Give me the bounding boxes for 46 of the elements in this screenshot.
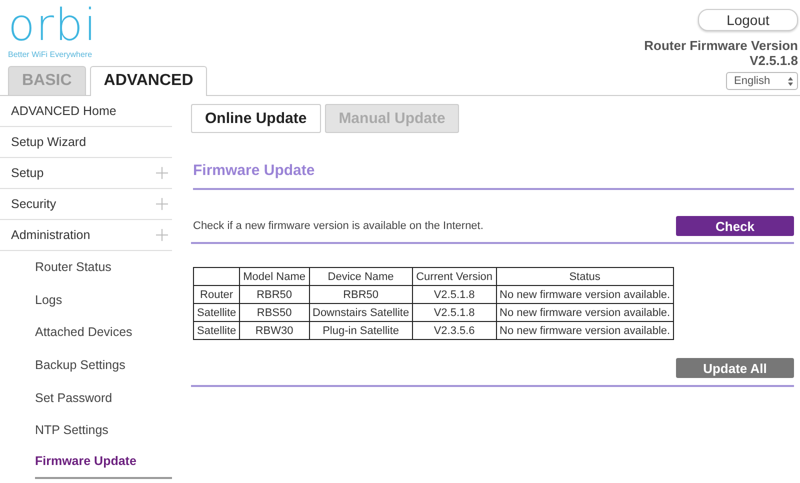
sidebar-item[interactable]: ADVANCED Home [0,96,172,127]
sidebar-item[interactable]: Security [0,189,172,220]
sidebar-subitem[interactable]: Attached Devices [35,323,132,342]
table-cell: Plug-in Satellite [309,322,413,340]
table-cell: No new firmware version available. [496,322,674,340]
section-title: Firmware Update [193,162,794,190]
table-cell: Downstairs Satellite [309,304,413,322]
column-header: Current Version [412,268,496,286]
column-header: Status [496,268,674,286]
table-cell: V2.5.1.8 [412,286,496,304]
sidebar-item[interactable]: Setup [0,158,172,189]
table-cell: Satellite [194,304,240,322]
check-description: Check if a new firmware version is available on the Internet. [193,220,484,232]
sidebar-subitem[interactable]: Backup Settings [35,356,126,374]
table-cell: V2.5.1.8 [412,304,496,322]
table-cell: Satellite [194,322,240,340]
logo-tagline: Better WiFi Everywhere [8,50,92,59]
language-select[interactable]: English [726,72,798,90]
table-cell: No new firmware version available. [496,286,674,304]
sidebar-subitem[interactable]: Router Status [35,258,112,276]
updown-icon [788,76,793,86]
sidebar-subitem[interactable]: Logs [35,290,62,309]
table-cell: Router [194,286,240,304]
table-cell: V2.3.5.6 [412,322,496,340]
logo-wordmark: orbi [8,6,98,46]
table-cell: No new firmware version available. [496,304,674,322]
sidebar-item[interactable]: Administration [0,220,172,251]
mode-tab[interactable]: ADVANCED [90,66,208,96]
table-cell: RBR50 [240,286,309,304]
plus-icon[interactable] [156,229,168,241]
page-tab[interactable]: Online Update [191,104,321,133]
sidebar-subitem[interactable]: Firmware Update [35,452,136,470]
plus-icon[interactable] [156,198,168,210]
sidebar-subitem[interactable]: Set Password [35,388,112,407]
table-cell: RBR50 [309,286,413,304]
sidebar-subitem[interactable]: NTP Settings [35,421,108,440]
plus-icon[interactable] [156,167,168,179]
column-header: Model Name [240,268,309,286]
firmware-label: Router Firmware Version [644,38,798,53]
check-button[interactable]: Check [676,216,794,236]
table-cell: RBS50 [240,304,309,322]
column-header: Device Name [309,268,413,286]
firmware-version: V2.5.1.8 [750,53,798,68]
table-cell: RBW30 [240,322,309,340]
logout-button[interactable]: Logout [698,9,798,31]
sidebar-item[interactable]: Setup Wizard [0,127,172,158]
